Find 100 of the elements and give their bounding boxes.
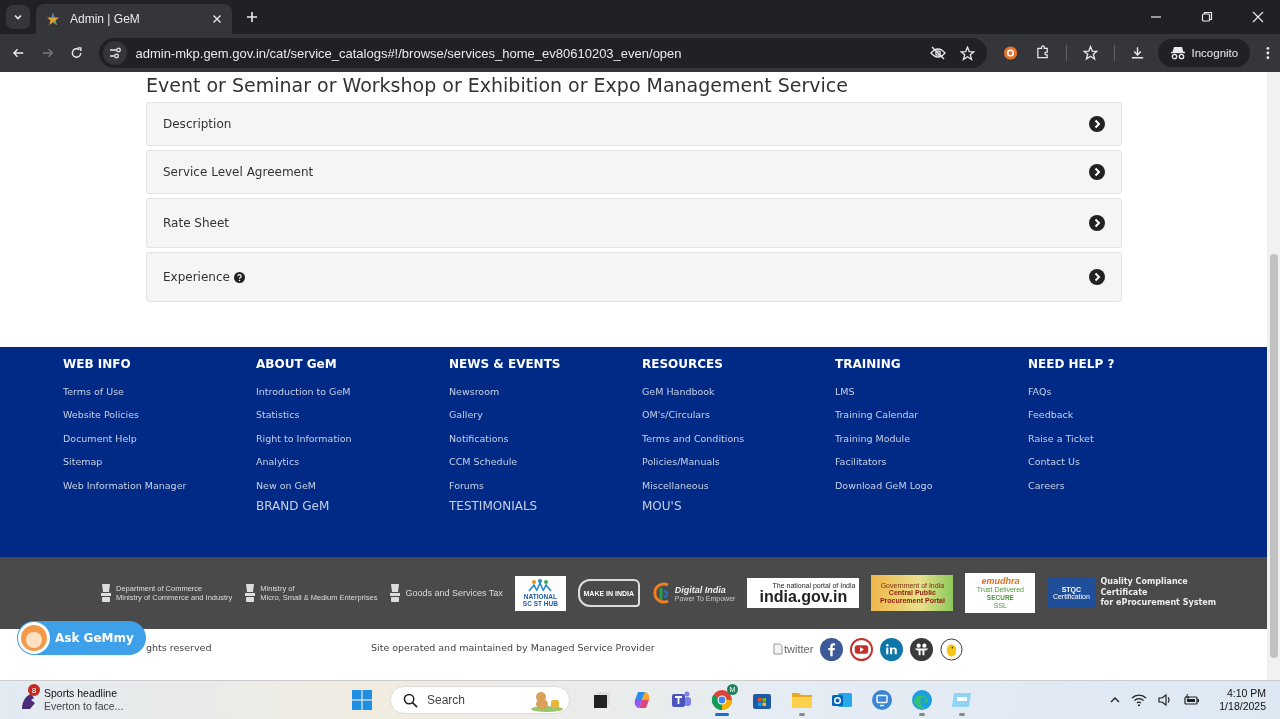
news-widget[interactable]: 8 Sports headline Everton to face... [18, 683, 324, 717]
footer-link[interactable]: Terms and Conditions [642, 426, 745, 451]
footer-link[interactable]: Terms of Use [63, 380, 124, 404]
accordion-panel[interactable]: Service Level Agreement [146, 150, 1122, 194]
footer-link[interactable]: Contact Us [1028, 450, 1080, 474]
people-icon [527, 579, 554, 593]
battery-icon[interactable] [1183, 693, 1202, 707]
footer-heading: TRAINING [835, 357, 901, 371]
footer-link[interactable]: Analytics [256, 450, 300, 474]
tune-icon [108, 46, 123, 60]
panel-title: Description [163, 117, 232, 131]
accordion-panel[interactable]: Description [146, 102, 1122, 146]
incognito-button[interactable]: Incognito [1157, 39, 1251, 67]
close-icon[interactable] [1252, 11, 1264, 23]
footer-link[interactable]: Careers [1028, 473, 1065, 498]
footer-link[interactable]: OM's/Circulars [642, 403, 710, 427]
help-icon[interactable] [233, 271, 245, 283]
logo-text: Digital India [674, 584, 727, 595]
more-icon[interactable] [1266, 45, 1270, 61]
footer-link[interactable]: Forums [449, 473, 485, 498]
browser-tab[interactable]: Admin | GeM [36, 4, 232, 34]
footer-link[interactable]: Web Information Manager [63, 473, 187, 498]
footer-link[interactable]: Gallery [449, 403, 483, 427]
footer-link[interactable]: MOU'S [642, 499, 682, 514]
display-app-icon [951, 691, 973, 709]
forward-icon[interactable] [41, 46, 55, 60]
broken-image-link[interactable]: twitter [773, 643, 814, 655]
footer-link[interactable]: Raise a Ticket [1028, 426, 1094, 451]
footer-link[interactable]: Download GeM Logo [835, 473, 933, 498]
task-view-icon [592, 690, 612, 710]
footer-link[interactable]: Introduction to GeM [256, 380, 351, 404]
chevron-right-circle-icon [1089, 269, 1105, 285]
accordion-panel[interactable]: Rate Sheet [146, 198, 1122, 248]
taskbar-search-field[interactable]: Search [390, 686, 570, 714]
clock[interactable]: 4:10 PM 1/18/2025 [1219, 687, 1266, 713]
search-icon [403, 692, 418, 708]
footer-link[interactable]: Feedback [1028, 403, 1074, 427]
panel-title: Experience [163, 270, 230, 284]
operator-text: Site operated and maintained by Managed Service Provider [371, 642, 656, 653]
close-icon[interactable] [212, 14, 222, 24]
footer-link[interactable]: Website Policies [63, 403, 140, 427]
bird-icon[interactable] [940, 637, 964, 661]
chevron-right-circle-icon [1089, 164, 1105, 180]
site-info-button[interactable] [103, 41, 128, 65]
avatar-icon [17, 621, 51, 655]
footer-heading: WEB INFO [63, 357, 131, 371]
footer-link[interactable]: Training Calendar [835, 403, 919, 427]
footer-link[interactable]: Training Module [835, 426, 911, 451]
logo-text: india.gov.in [759, 588, 848, 605]
footer-link[interactable]: Notifications [449, 426, 509, 451]
copyright-text: ghts reserved [146, 642, 213, 653]
download-icon[interactable] [1130, 45, 1146, 61]
puzzle-icon[interactable] [1034, 45, 1050, 61]
restore-icon[interactable] [1201, 11, 1213, 23]
footer-link[interactable]: Document Help [63, 426, 137, 451]
mail-app-icon [831, 690, 853, 710]
linkedin-icon[interactable] [880, 637, 904, 661]
bookmark-star-icon[interactable] [960, 45, 976, 61]
certificate-caption: Quality Compliance [1100, 577, 1189, 588]
scrollbar-thumb[interactable] [1270, 254, 1278, 658]
new-tab-icon[interactable] [246, 11, 258, 23]
footer-link[interactable]: GeM Handbook [642, 380, 715, 404]
logo-text: Goods and Services Tax [405, 588, 503, 598]
footer-link[interactable]: Statistics [256, 403, 300, 427]
tab-search-button[interactable] [6, 5, 30, 29]
footer-link[interactable]: TESTIMONIALS [449, 499, 538, 514]
star-list-icon[interactable] [1082, 45, 1098, 61]
certificate-caption: Certificate [1100, 587, 1149, 598]
monitor-circle-icon [871, 689, 893, 711]
footer-link[interactable]: Newsroom [449, 380, 500, 404]
eye-slash-icon[interactable] [930, 46, 947, 60]
footer-link[interactable]: LMS [835, 380, 855, 404]
footer-heading: NEED HELP ? [1028, 357, 1115, 371]
scrollbar[interactable] [1267, 72, 1280, 680]
address-bar[interactable]: admin-mkp.gem.gov.in/cat/service_catalogs#!/browse/services_home_ev80610203_even/open [99, 38, 988, 68]
facebook-icon[interactable] [820, 637, 844, 661]
extension-badge-icon[interactable] [1003, 45, 1019, 61]
footer-link[interactable]: Miscellaneous [642, 473, 709, 498]
edge-icon [911, 689, 933, 711]
wifi-icon[interactable] [1131, 693, 1148, 707]
incognito-icon [1169, 46, 1186, 60]
windows-start-icon[interactable] [352, 690, 372, 710]
emblem-logo[interactable]: Goods and Services Tax [389, 582, 503, 604]
news-subtitle: Everton to face... [44, 700, 124, 713]
footer-link[interactable]: Facilitators [835, 450, 887, 474]
footer-heading: ABOUT GeM [256, 357, 337, 371]
footer-link[interactable]: CCM Schedule [449, 450, 518, 474]
footer-link[interactable]: Right to Information [256, 426, 352, 451]
chevron-right-circle-icon [1089, 116, 1105, 132]
youtube-icon[interactable] [850, 637, 874, 661]
reload-icon[interactable] [70, 46, 84, 60]
people-circle-icon[interactable] [910, 637, 934, 661]
back-icon[interactable] [12, 46, 26, 60]
footer-link[interactable]: Sitemap [63, 450, 103, 474]
footer-link[interactable]: New on GeM [256, 473, 316, 498]
footer-link[interactable]: FAQs [1028, 380, 1052, 404]
footer-link[interactable]: Policies/Manuals [642, 450, 720, 474]
accordion-panel[interactable]: Experience [146, 252, 1122, 302]
footer-link[interactable]: BRAND GeM [256, 499, 330, 514]
panel-title: Service Level Agreement [163, 165, 314, 179]
